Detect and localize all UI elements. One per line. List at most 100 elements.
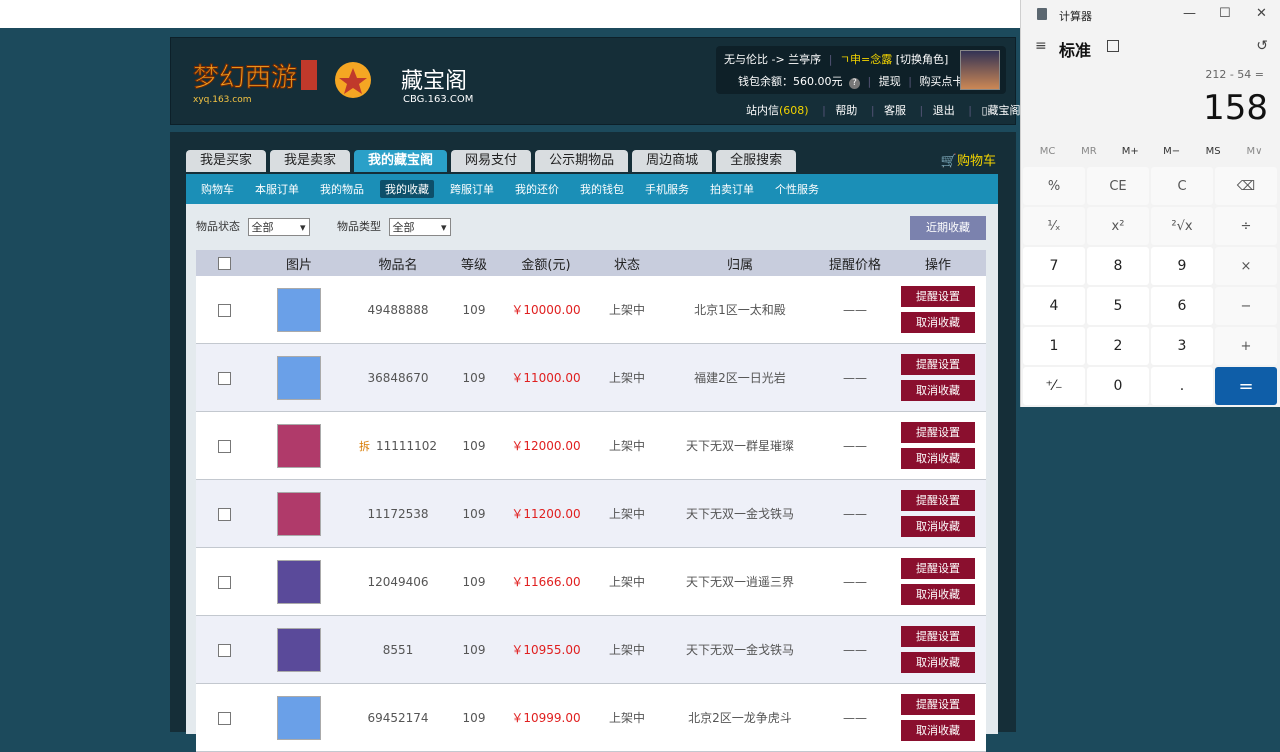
subnav-cart[interactable]: 购物车 (196, 180, 239, 198)
key-digit-2-button[interactable]: 2 (1087, 327, 1149, 365)
type-filter-select[interactable]: 全部 (388, 218, 451, 237)
inbox-link[interactable]: 站内信(608) (746, 104, 809, 117)
key-square-button[interactable]: x² (1087, 207, 1149, 245)
memory-add-button[interactable]: M+ (1110, 146, 1151, 157)
item-name[interactable]: 11111102 (376, 439, 437, 453)
remind-settings-button[interactable]: 提醒设置 (901, 558, 975, 579)
remind-settings-button[interactable]: 提醒设置 (901, 422, 975, 443)
tab-buyer[interactable]: 我是买家 (186, 150, 267, 172)
key-multiply-button[interactable]: × (1215, 247, 1277, 285)
key-digit-1-button[interactable]: 1 (1023, 327, 1085, 365)
subnav-personal[interactable]: 个性服务 (770, 180, 824, 198)
subnav-my-items[interactable]: 我的物品 (315, 180, 369, 198)
subnav-my-favorites[interactable]: 我的收藏 (380, 180, 434, 198)
cancel-favorite-button[interactable]: 取消收藏 (901, 584, 975, 605)
key-reciprocal-button[interactable]: ¹⁄ₓ (1023, 207, 1085, 245)
item-thumbnail[interactable] (277, 355, 321, 400)
key-digit-6-button[interactable]: 6 (1151, 287, 1213, 325)
service-link[interactable]: 客服 (884, 104, 906, 117)
item-thumbnail[interactable] (277, 627, 321, 672)
item-thumbnail[interactable] (277, 491, 321, 536)
withdraw-link[interactable]: 提现 (879, 75, 901, 88)
cancel-favorite-button[interactable]: 取消收藏 (901, 516, 975, 537)
row-checkbox[interactable] (217, 507, 231, 521)
key-percent-button[interactable]: % (1023, 167, 1085, 205)
header-select-all[interactable] (196, 250, 252, 276)
key-digit-8-button[interactable]: 8 (1087, 247, 1149, 285)
logout-link[interactable]: 退出 (933, 104, 955, 117)
key-digit-4-button[interactable]: 4 (1023, 287, 1085, 325)
key-decimal-button[interactable]: . (1151, 367, 1213, 405)
subnav-my-offers[interactable]: 我的还价 (510, 180, 564, 198)
item-name[interactable]: 69452174 (367, 711, 428, 725)
hamburger-menu-icon[interactable]: ≡ (1035, 38, 1047, 54)
cancel-favorite-button[interactable]: 取消收藏 (901, 380, 975, 401)
tab-mall[interactable]: 周边商城 (632, 150, 713, 172)
cancel-favorite-button[interactable]: 取消收藏 (901, 720, 975, 741)
item-thumbnail[interactable] (277, 423, 321, 468)
recent-favorites-button[interactable]: 近期收藏 (910, 216, 986, 240)
tab-public-items[interactable]: 公示期物品 (535, 150, 629, 172)
key-clear-entry-button[interactable]: CE (1087, 167, 1149, 205)
tab-seller[interactable]: 我是卖家 (270, 150, 351, 172)
row-checkbox[interactable] (217, 643, 231, 657)
key-digit-0-button[interactable]: 0 (1087, 367, 1149, 405)
remind-settings-button[interactable]: 提醒设置 (901, 490, 975, 511)
row-checkbox[interactable] (217, 575, 231, 589)
status-filter-select[interactable]: 全部 (247, 218, 310, 237)
row-checkbox[interactable] (217, 303, 231, 317)
avatar[interactable] (960, 50, 1000, 90)
memory-subtract-button[interactable]: M− (1151, 146, 1192, 157)
help-link[interactable]: 帮助 (835, 104, 857, 117)
item-name[interactable]: 49488888 (367, 303, 428, 317)
menghuan-logo[interactable]: 梦幻西游 xyq.163.com (189, 54, 321, 106)
key-backspace-button[interactable]: ⌫ (1215, 167, 1277, 205)
memory-store-button[interactable]: MS (1193, 146, 1234, 157)
item-thumbnail[interactable] (277, 559, 321, 604)
minimize-icon[interactable]: — (1183, 6, 1196, 21)
item-name[interactable]: 36848670 (367, 371, 428, 385)
tab-search-all[interactable]: 全服搜索 (716, 150, 797, 172)
cancel-favorite-button[interactable]: 取消收藏 (901, 652, 975, 673)
buy-card-link[interactable]: 购买点卡 (919, 75, 963, 88)
remind-settings-button[interactable]: 提醒设置 (901, 354, 975, 375)
subnav-my-wallet[interactable]: 我的钱包 (575, 180, 629, 198)
key-divide-button[interactable]: ÷ (1215, 207, 1277, 245)
key-negate-button[interactable]: ⁺⁄₋ (1023, 367, 1085, 405)
remind-settings-button[interactable]: 提醒设置 (901, 286, 975, 307)
key-square-root-button[interactable]: ²√x (1151, 207, 1213, 245)
subnav-cross-orders[interactable]: 跨服订单 (445, 180, 499, 198)
key-equals-button[interactable]: = (1215, 367, 1277, 405)
item-thumbnail[interactable] (277, 695, 321, 740)
memory-list-button[interactable]: M∨ (1234, 146, 1275, 157)
select-all-checkbox[interactable] (217, 256, 231, 270)
remind-settings-button[interactable]: 提醒设置 (901, 694, 975, 715)
item-name[interactable]: 12049406 (367, 575, 428, 589)
history-icon[interactable]: ↺ (1256, 38, 1268, 54)
memory-clear-button[interactable]: MC (1027, 146, 1068, 157)
subnav-auction[interactable]: 拍卖订单 (705, 180, 759, 198)
tab-my-cbg[interactable]: 我的藏宝阁 (354, 150, 448, 172)
switch-role-link[interactable]: [切换角色] (896, 53, 949, 66)
item-name[interactable]: 8551 (383, 643, 414, 657)
maximize-icon[interactable]: ☐ (1219, 6, 1231, 21)
memory-recall-button[interactable]: MR (1068, 146, 1109, 157)
item-thumbnail[interactable] (277, 287, 321, 332)
remind-settings-button[interactable]: 提醒设置 (901, 626, 975, 647)
cancel-favorite-button[interactable]: 取消收藏 (901, 448, 975, 469)
help-icon[interactable]: ? (849, 78, 860, 89)
subnav-server-orders[interactable]: 本服订单 (250, 180, 304, 198)
key-digit-5-button[interactable]: 5 (1087, 287, 1149, 325)
tab-netease-pay[interactable]: 网易支付 (451, 150, 532, 172)
key-subtract-button[interactable]: − (1215, 287, 1277, 325)
row-checkbox[interactable] (217, 371, 231, 385)
close-icon[interactable]: ✕ (1256, 6, 1267, 21)
cbg-logo[interactable]: 藏宝阁 CBG.163.COM (331, 56, 491, 108)
key-digit-9-button[interactable]: 9 (1151, 247, 1213, 285)
row-checkbox[interactable] (217, 439, 231, 453)
cart-link[interactable]: 🛒购物车 (941, 150, 996, 169)
cancel-favorite-button[interactable]: 取消收藏 (901, 312, 975, 333)
key-add-button[interactable]: + (1215, 327, 1277, 365)
row-checkbox[interactable] (217, 711, 231, 725)
key-digit-3-button[interactable]: 3 (1151, 327, 1213, 365)
